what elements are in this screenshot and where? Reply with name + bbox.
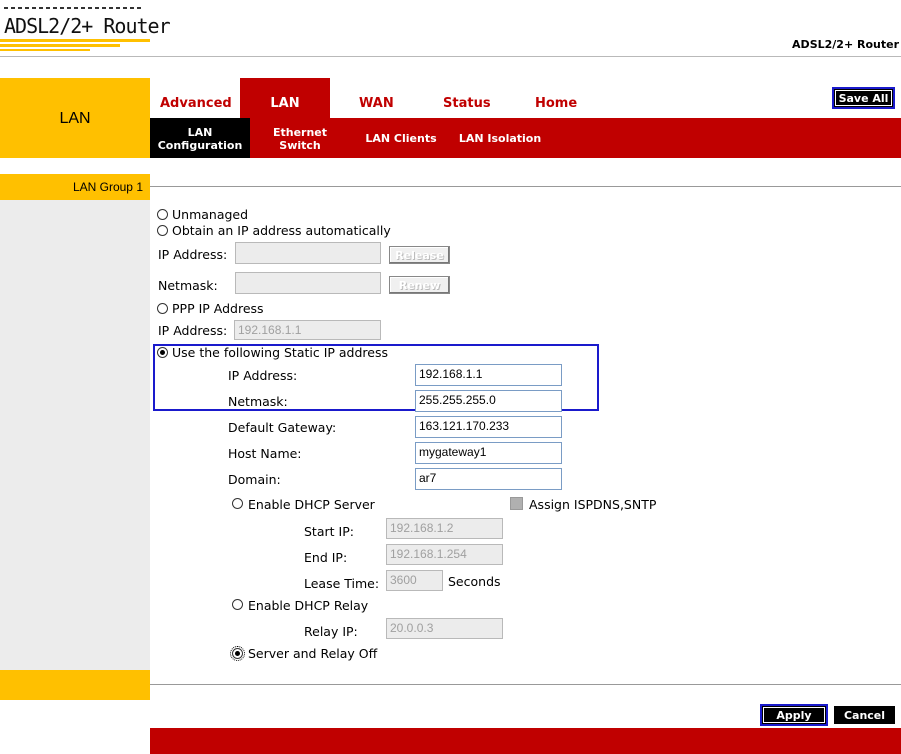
static-ip-radio[interactable] bbox=[157, 347, 168, 358]
server-relay-off-radio[interactable] bbox=[230, 646, 245, 661]
relay-ip-field: 20.0.0.3 bbox=[386, 618, 503, 639]
gateway-label: Default Gateway: bbox=[228, 420, 337, 435]
subtab-line2: Configuration bbox=[157, 139, 243, 152]
subtab-ethernet-switch[interactable]: Ethernet Switch bbox=[258, 126, 342, 152]
lease-time-label: Lease Time: bbox=[304, 576, 380, 591]
subtab-lan-clients[interactable]: LAN Clients bbox=[358, 132, 444, 145]
footer-bar bbox=[150, 728, 901, 754]
auto-ip-address-field bbox=[235, 242, 381, 264]
netmask-label: Netmask: bbox=[228, 394, 288, 409]
dhcp-relay-radio[interactable] bbox=[232, 599, 243, 610]
logo-stripes bbox=[0, 39, 150, 51]
cancel-button[interactable]: Cancel bbox=[834, 706, 895, 724]
tab-wan[interactable]: WAN bbox=[359, 96, 394, 111]
release-button: Release bbox=[389, 246, 450, 264]
sidebar-footer bbox=[0, 670, 150, 700]
assign-ispdns-label: Assign ISPDNS,SNTP bbox=[529, 497, 657, 512]
netmask-input[interactable]: 255.255.255.0 bbox=[415, 390, 562, 412]
ppp-ip-address-field: 192.168.1.1 bbox=[234, 320, 381, 340]
sidebar-title: LAN bbox=[59, 110, 91, 127]
save-all-button[interactable]: Save All bbox=[832, 87, 895, 109]
content-divider-top bbox=[150, 186, 901, 187]
assign-ispdns-checkbox bbox=[510, 497, 523, 510]
unmanaged-radio[interactable] bbox=[157, 209, 168, 220]
tab-home[interactable]: Home bbox=[535, 96, 577, 111]
tab-status[interactable]: Status bbox=[443, 96, 491, 111]
subtab-line1: LAN bbox=[187, 126, 213, 139]
apply-button[interactable]: Apply bbox=[760, 704, 828, 726]
logo-dash-line bbox=[4, 7, 144, 9]
end-ip-field: 192.168.1.254 bbox=[386, 544, 503, 565]
header-divider bbox=[0, 56, 901, 57]
ppp-ip-label: PPP IP Address bbox=[172, 301, 264, 316]
auto-ip-label: Obtain an IP address automatically bbox=[172, 223, 391, 238]
ip-address-input[interactable]: 192.168.1.1 bbox=[415, 364, 562, 386]
dhcp-server-radio[interactable] bbox=[232, 498, 243, 509]
renew-button: Renew bbox=[389, 276, 450, 294]
subtab-line1: Ethernet bbox=[272, 126, 328, 139]
dhcp-relay-label: Enable DHCP Relay bbox=[248, 598, 369, 613]
sidebar-body bbox=[0, 200, 150, 670]
model-label: ADSL2/2+ Router bbox=[792, 38, 899, 51]
ppp-ip-radio[interactable] bbox=[157, 303, 168, 314]
hostname-input[interactable]: mygateway1 bbox=[415, 442, 562, 464]
gateway-input[interactable]: 163.121.170.233 bbox=[415, 416, 562, 438]
start-ip-label: Start IP: bbox=[304, 524, 354, 539]
auto-netmask-label: Netmask: bbox=[158, 278, 218, 293]
content-divider-bottom bbox=[150, 684, 901, 685]
subtab-lan-configuration[interactable]: LAN Configuration bbox=[150, 126, 250, 152]
seconds-label: Seconds bbox=[448, 574, 501, 589]
ppp-ip-address-label: IP Address: bbox=[158, 323, 228, 338]
relay-ip-label: Relay IP: bbox=[304, 624, 358, 639]
unmanaged-label: Unmanaged bbox=[172, 207, 249, 222]
domain-label: Domain: bbox=[228, 472, 281, 487]
start-ip-field: 192.168.1.2 bbox=[386, 518, 503, 539]
tab-lan[interactable]: LAN bbox=[240, 96, 330, 111]
subtab-lan-isolation[interactable]: LAN Isolation bbox=[452, 132, 548, 145]
auto-ip-address-label: IP Address: bbox=[158, 247, 228, 262]
hostname-label: Host Name: bbox=[228, 446, 302, 461]
tab-advanced[interactable]: Advanced bbox=[160, 96, 232, 111]
lease-time-field: 3600 bbox=[386, 570, 443, 591]
server-relay-off-label: Server and Relay Off bbox=[248, 646, 378, 661]
domain-input[interactable]: ar7 bbox=[415, 468, 562, 490]
ip-address-label: IP Address: bbox=[228, 368, 298, 383]
static-ip-label: Use the following Static IP address bbox=[172, 345, 389, 360]
sidebar-group-label: LAN Group 1 bbox=[72, 180, 143, 194]
end-ip-label: End IP: bbox=[304, 550, 348, 565]
dhcp-server-label: Enable DHCP Server bbox=[248, 497, 375, 512]
logo: ADSL2/2+ Router bbox=[4, 14, 171, 38]
auto-netmask-field bbox=[235, 272, 381, 294]
auto-ip-radio[interactable] bbox=[157, 225, 168, 236]
subtab-line2: Switch bbox=[279, 139, 321, 152]
